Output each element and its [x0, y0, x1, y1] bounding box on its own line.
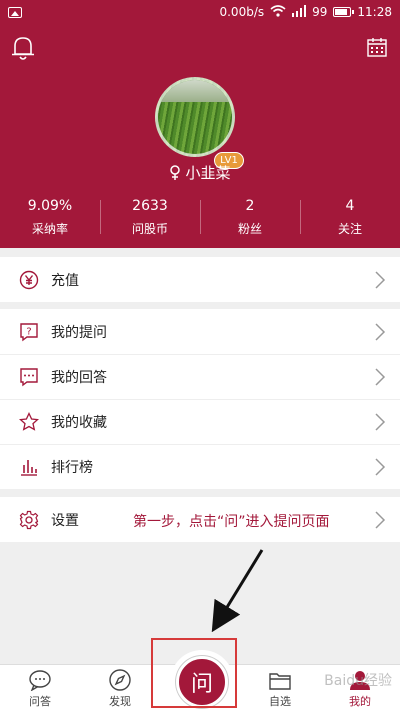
username-row: 小韭菜	[0, 162, 400, 183]
username: 小韭菜	[185, 164, 231, 182]
stat-value: 4	[345, 198, 355, 214]
bell-icon[interactable]	[10, 34, 36, 62]
gear-icon	[18, 509, 40, 531]
svg-text:?: ?	[26, 326, 31, 337]
bar-chart-icon	[18, 456, 40, 478]
chevron-right-icon	[375, 458, 386, 476]
stat-label: 粉丝	[237, 222, 262, 236]
recharge-card: 充值	[0, 257, 400, 302]
stat-value: 2633	[132, 198, 168, 214]
chevron-right-icon	[375, 323, 386, 341]
profile-header: LV1 小韭菜 9.09% 采纳率 2633 问股币 2 粉丝 4 关注	[0, 24, 400, 248]
tab-discover[interactable]: 发现	[80, 665, 160, 713]
menu-item-my-favorites[interactable]: 我的收藏	[0, 399, 400, 444]
tab-qa[interactable]: 问答	[0, 665, 80, 713]
watermark: Baidu经验	[324, 673, 392, 689]
stat-label: 关注	[337, 222, 362, 236]
folder-icon	[269, 673, 291, 690]
signal-strength: 99	[312, 5, 328, 19]
tab-label: 问答	[29, 695, 51, 708]
compass-icon	[109, 669, 131, 691]
chevron-right-icon	[375, 511, 386, 529]
stat-fans[interactable]: 2 粉丝	[200, 196, 300, 240]
highlight-box	[151, 638, 237, 708]
menu-item-my-questions[interactable]: ? 我的提问	[0, 309, 400, 354]
clock: 11:28	[357, 5, 392, 19]
tab-watchlist[interactable]: 自选	[240, 665, 320, 713]
image-notification-icon	[8, 6, 22, 18]
stat-label: 问股币	[131, 222, 168, 236]
menu-item-ranking[interactable]: 排行榜	[0, 444, 400, 489]
chevron-right-icon	[375, 413, 386, 431]
star-icon	[18, 411, 40, 433]
tab-label: 我的	[349, 695, 371, 708]
menu-label: 我的回答	[51, 369, 107, 386]
stat-value: 9.09%	[27, 198, 73, 214]
calendar-icon[interactable]	[367, 37, 387, 57]
stats-row: 9.09% 采纳率 2633 问股币 2 粉丝 4 关注	[0, 196, 400, 240]
stat-label: 采纳率	[31, 222, 68, 236]
tab-label: 发现	[109, 695, 131, 708]
menu-item-my-answers[interactable]: 我的回答	[0, 354, 400, 399]
stat-value: 2	[245, 198, 255, 214]
settings-card: 设置 第一步，点击“问”进入提问页面	[0, 497, 400, 542]
menu-label: 设置	[51, 512, 79, 529]
tutorial-annotation: 第一步，点击“问”进入提问页面	[133, 514, 330, 530]
menu-label: 我的收藏	[51, 414, 107, 431]
comment-dots-icon	[18, 366, 40, 388]
stat-adoption-rate[interactable]: 9.09% 采纳率	[0, 196, 100, 240]
stat-following[interactable]: 4 关注	[300, 196, 400, 240]
question-bubble-icon: ?	[18, 321, 40, 343]
menu-label: 我的提问	[51, 324, 107, 341]
chat-icon	[29, 670, 51, 691]
stat-coins[interactable]: 2633 问股币	[100, 196, 200, 240]
menu-label: 排行榜	[51, 459, 93, 476]
tab-label: 自选	[269, 695, 291, 708]
menu-label: 充值	[51, 272, 79, 289]
female-icon	[170, 164, 181, 180]
status-bar: 0.00b/s 99 11:28	[0, 0, 400, 24]
avatar[interactable]	[155, 77, 235, 157]
chevron-right-icon	[375, 368, 386, 386]
menu-item-recharge[interactable]: 充值	[0, 257, 400, 302]
wifi-icon	[270, 4, 286, 20]
network-speed: 0.00b/s	[219, 5, 265, 19]
activity-menu-card: ? 我的提问 我的回答 我的收藏 排行榜	[0, 309, 400, 489]
battery-icon	[333, 7, 355, 17]
menu-item-settings[interactable]: 设置 第一步，点击“问”进入提问页面	[0, 497, 400, 542]
signal-bars-icon	[292, 4, 307, 20]
chevron-right-icon	[375, 271, 386, 289]
yen-icon	[18, 269, 40, 291]
